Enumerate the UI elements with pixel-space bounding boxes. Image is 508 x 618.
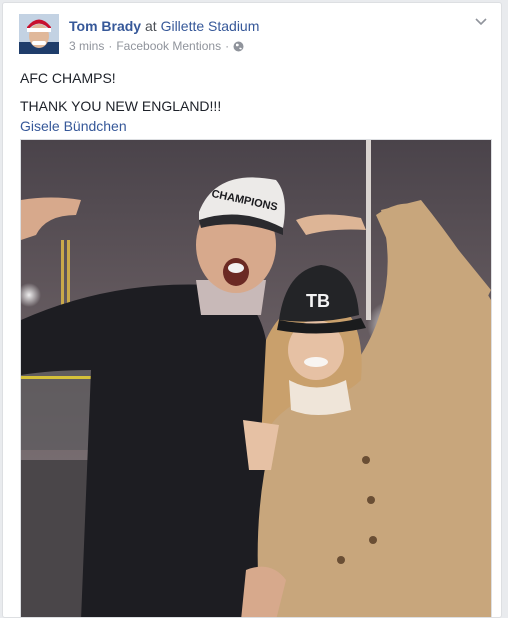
author-line: Tom Brady at Gillette Stadium <box>69 18 259 34</box>
place-link[interactable]: Gillette Stadium <box>161 18 260 34</box>
meta-separator-2: · <box>225 39 230 53</box>
at-text: at <box>144 18 157 34</box>
author-avatar[interactable] <box>19 14 59 54</box>
source-link[interactable]: Facebook Mentions <box>116 39 221 53</box>
post-text-line-1: AFC CHAMPS! <box>20 70 116 86</box>
author-name-link[interactable]: Tom Brady <box>69 18 141 34</box>
post-text: AFC CHAMPS! THANK YOU NEW ENGLAND!!! Gis… <box>20 69 221 136</box>
timestamp-link[interactable]: 3 mins <box>69 39 104 53</box>
post-meta: 3 mins · Facebook Mentions · <box>69 39 244 53</box>
post-text-line-2: THANK YOU NEW ENGLAND!!! <box>20 98 222 114</box>
chevron-down-icon[interactable] <box>473 15 489 29</box>
post-photo[interactable]: CHAMPIONS TB <box>20 139 492 617</box>
globe-icon[interactable] <box>233 41 244 52</box>
cap2-text: TB <box>306 291 330 311</box>
post-card: Tom Brady at Gillette Stadium 3 mins · F… <box>2 2 502 618</box>
meta-separator: · <box>108 39 113 53</box>
tagged-person-link[interactable]: Gisele Bündchen <box>20 117 221 136</box>
